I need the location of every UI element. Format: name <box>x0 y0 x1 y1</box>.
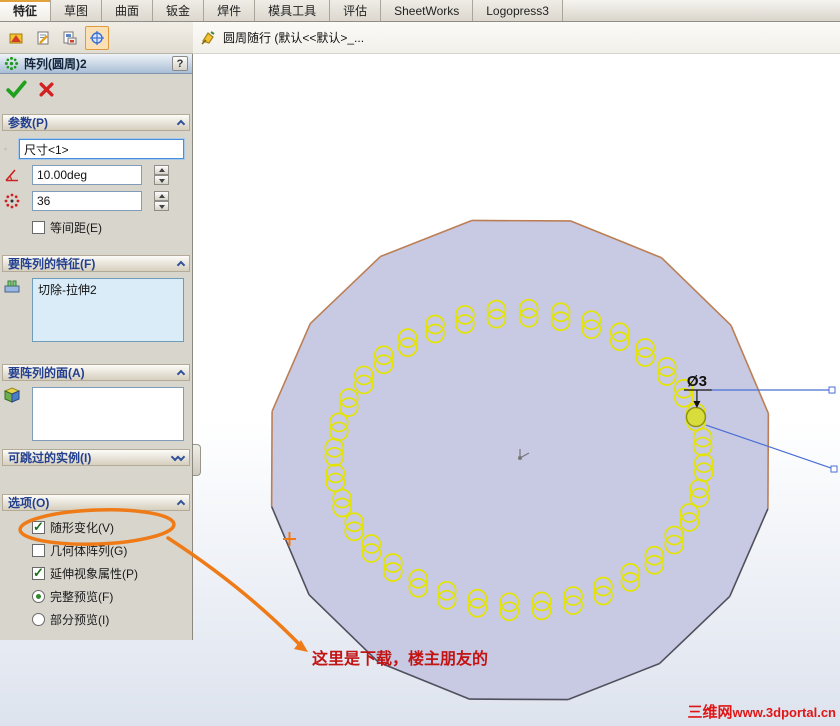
features-row: 切除-拉伸2 <box>0 278 192 342</box>
section-faces-header[interactable]: 要阵列的面(A) <box>2 364 190 381</box>
equal-spacing-label: 等间距(E) <box>50 220 102 235</box>
tab-9[interactable]: Logopress3 <box>473 0 563 21</box>
spinner-up-icon[interactable] <box>154 191 169 201</box>
watermark-logo: 三维网 <box>687 704 733 721</box>
panel-splitter-handle[interactable] <box>193 444 201 476</box>
watermark-url: www.3dportal.cn <box>732 705 836 720</box>
tab-1[interactable]: 特征 <box>0 0 52 21</box>
spinner-up-icon[interactable] <box>154 165 169 175</box>
tab-7[interactable]: 评估 <box>330 0 382 21</box>
full-preview-radio[interactable]: 完整预览(F) <box>32 588 192 604</box>
vary-sketch-checkbox[interactable]: 随形变化(V) <box>32 519 192 535</box>
tab-5[interactable]: 焊件 <box>204 0 256 21</box>
partial-preview-label: 部分预览(I) <box>50 612 110 627</box>
direction-row <box>0 139 192 159</box>
section-skip-header[interactable]: 可跳过的实例(I) <box>2 449 190 466</box>
checkbox-box[interactable] <box>32 565 45 581</box>
count-row <box>0 191 192 211</box>
features-list[interactable]: 切除-拉伸2 <box>32 278 184 342</box>
annotation-text: 这里是下载，楼主朋友的 <box>312 651 489 668</box>
property-manager-icon[interactable] <box>31 26 55 50</box>
radio-circle[interactable] <box>32 589 45 603</box>
section-features-header[interactable]: 要阵列的特征(F) <box>2 255 190 272</box>
section-skip-label: 可跳过的实例(I) <box>8 451 92 465</box>
panel-tab-strip <box>0 22 193 54</box>
expand-icon[interactable] <box>176 452 186 461</box>
pin-icon[interactable] <box>199 29 217 47</box>
section-parameters-label: 参数(P) <box>8 116 48 130</box>
propagate-visual-properties-checkbox[interactable]: 延伸视象属性(P) <box>32 565 192 581</box>
panel-title: 阵列(圆周)2 <box>24 57 87 71</box>
section-options-label: 选项(O) <box>8 496 50 510</box>
propagate-visual-properties-label: 延伸视象属性(P) <box>50 566 138 581</box>
radio-circle[interactable] <box>32 612 45 626</box>
tab-bar: 特征 草图 曲面 钣金 焊件 模具工具 评估 SheetWorks Logopress3 <box>0 0 840 22</box>
tab-3[interactable]: 曲面 <box>102 0 154 21</box>
instance-count-icon <box>4 193 20 209</box>
reverse-direction-icon[interactable] <box>4 141 7 157</box>
solidworks-window: { "tabs": { "items": ["特征", "草图", "曲面", … <box>0 0 840 726</box>
faces-row <box>0 387 192 441</box>
collapse-icon[interactable] <box>176 260 186 270</box>
tab-2[interactable]: 草图 <box>51 0 103 21</box>
circular-pattern-icon <box>4 56 19 71</box>
checkbox-box[interactable] <box>32 519 45 535</box>
geometry-pattern-checkbox[interactable]: 几何体阵列(G) <box>32 542 192 558</box>
geometry-pattern-label: 几何体阵列(G) <box>50 543 128 558</box>
count-spinner[interactable] <box>154 191 169 211</box>
checkbox-box[interactable] <box>32 220 45 234</box>
vary-sketch-label: 随形变化(V) <box>50 520 114 535</box>
configuration-manager-glyph <box>63 31 77 44</box>
svg-text:Ø3: Ø3 <box>687 373 707 390</box>
panel-actions <box>0 74 192 102</box>
partial-preview-radio[interactable]: 部分预览(I) <box>32 611 192 627</box>
faces-list[interactable] <box>32 387 184 441</box>
faces-to-pattern-icon <box>4 387 20 403</box>
checkbox-box[interactable] <box>32 543 45 557</box>
collapse-icon[interactable] <box>176 369 186 379</box>
angle-row <box>0 165 192 185</box>
configuration-manager-icon[interactable] <box>58 26 82 50</box>
spinner-down-icon[interactable] <box>154 175 169 185</box>
cancel-button[interactable] <box>38 81 55 98</box>
graphics-toolbar: 圆周随行 (默认<<默认>_... <box>193 22 840 54</box>
angle-spinner[interactable] <box>154 165 169 185</box>
spinner-down-icon[interactable] <box>154 201 169 211</box>
tab-6[interactable]: 模具工具 <box>255 0 331 21</box>
full-preview-label: 完整预览(F) <box>50 589 114 604</box>
collapse-icon[interactable] <box>176 499 186 509</box>
section-features-label: 要阵列的特征(F) <box>8 257 96 271</box>
ok-button[interactable] <box>6 79 28 99</box>
tab-8[interactable]: SheetWorks <box>381 0 474 21</box>
crosshair-icon <box>90 30 104 45</box>
instance-count-input[interactable] <box>32 191 142 211</box>
feature-manager-icon[interactable] <box>4 26 28 50</box>
property-manager: 阵列(圆周)2 ? 参数(P) 尺寸<1> 10.00deg 36 等间距(E)… <box>0 54 193 640</box>
equal-spacing-checkbox[interactable]: 等间距(E) <box>32 219 192 235</box>
collapse-icon[interactable] <box>176 119 186 129</box>
watermark: 三维网www.3dportal.cn <box>687 701 836 722</box>
tab-4[interactable]: 钣金 <box>153 0 205 21</box>
pattern-axis-input[interactable] <box>19 139 184 159</box>
features-to-pattern-icon <box>4 280 20 293</box>
help-button[interactable]: ? <box>172 56 188 71</box>
section-faces-label: 要阵列的面(A) <box>8 366 85 380</box>
feature-item[interactable]: 切除-拉伸2 <box>33 279 183 300</box>
feature-tree-label[interactable]: 圆周随行 (默认<<默认>_... <box>223 29 364 46</box>
property-manager-glyph <box>37 31 49 44</box>
section-options-header[interactable]: 选项(O) <box>2 494 190 511</box>
angle-input[interactable] <box>32 165 142 185</box>
panel-title-bar: 阵列(圆周)2 ? <box>0 54 192 74</box>
dimxpert-manager-icon[interactable] <box>85 25 109 50</box>
angle-icon <box>5 169 18 182</box>
section-parameters-header[interactable]: 参数(P) <box>2 114 190 131</box>
feature-manager-glyph <box>9 33 23 43</box>
